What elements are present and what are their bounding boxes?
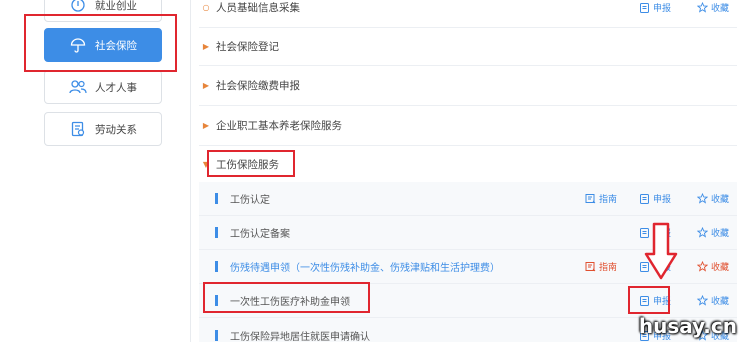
guide-button[interactable]: 指南 [585, 250, 617, 283]
declare-button[interactable]: 申报 [639, 182, 671, 215]
favorite-label: 收藏 [711, 263, 730, 273]
service-title: 工伤认定 [230, 195, 270, 206]
service-list-panel: ○ 人员基础信息采集 申报 收藏 ▶ 社会保险登记 ▶ 社会保险缴费申报 ▶ 企… [190, 0, 745, 342]
favorite-button[interactable]: 收藏 [697, 250, 729, 283]
caret-right-icon: ▶ [202, 121, 210, 130]
category-title: 工伤保险服务 [216, 158, 279, 171]
category-title: 人员基础信息采集 [216, 2, 300, 14]
favorite-button[interactable]: 收藏 [697, 284, 729, 317]
sidebar-item-social-insurance[interactable]: 社会保险 [44, 28, 162, 62]
favorite-label: 收藏 [711, 4, 730, 14]
employment-icon [69, 0, 87, 14]
row-bar [215, 329, 218, 341]
row-bar [215, 295, 218, 306]
document-icon [69, 120, 87, 138]
service-row[interactable]: 工伤认定 指南 申报 收藏 [199, 182, 737, 216]
sidebar-item-talent[interactable]: 人才人事 [44, 70, 162, 104]
category-row-expanded[interactable]: ▼ 工伤保险服务 [199, 146, 737, 182]
row-bar [215, 227, 218, 238]
caret-right-icon: ▶ [202, 42, 210, 51]
favorite-button[interactable]: 收藏 [697, 182, 729, 215]
guide-icon [585, 262, 596, 272]
row-bar [215, 261, 218, 272]
declare-label: 申报 [653, 4, 672, 14]
favorite-label: 收藏 [711, 195, 730, 205]
sidebar-item-employment[interactable]: 就业创业 [44, 0, 162, 22]
favorite-label: 收藏 [711, 297, 730, 307]
category-title: 社会保险登记 [216, 41, 279, 53]
category-title: 企业职工基本养老保险服务 [216, 120, 342, 132]
service-title: 工伤认定备案 [230, 229, 290, 240]
favorite-button[interactable]: 收藏 [697, 0, 729, 27]
star-icon [697, 193, 708, 204]
declare-button[interactable]: 申报 [639, 0, 671, 27]
star-icon [697, 295, 708, 306]
star-icon [697, 2, 708, 13]
star-icon [697, 227, 708, 238]
sidebar-item-labor[interactable]: 劳动关系 [44, 112, 162, 146]
caret-right-icon: ▶ [202, 81, 210, 90]
people-icon [69, 78, 87, 96]
down-arrow-icon [644, 222, 678, 280]
clipboard-icon [640, 3, 649, 13]
service-title[interactable]: 伤残待遇申领（一次性伤残补助金、伤残津贴和生活护理费） [230, 259, 500, 274]
umbrella-icon [69, 36, 87, 54]
category-row[interactable]: ▶ 企业职工基本养老保险服务 [199, 106, 737, 146]
category-row[interactable]: ○ 人员基础信息采集 申报 收藏 [199, 0, 737, 28]
guide-label: 指南 [599, 263, 618, 273]
row-bar [215, 193, 218, 204]
sidebar-item-label: 就业创业 [95, 0, 137, 12]
sidebar: 就业创业 社会保险 人才人事 劳动关系 [0, 0, 190, 342]
caret-down-icon: ▼ [202, 159, 210, 169]
clipboard-icon [640, 194, 649, 204]
declare-button[interactable]: 申报 [639, 284, 671, 317]
declare-label: 申报 [653, 195, 672, 205]
clipboard-icon [640, 296, 649, 306]
category-title: 社会保险缴费申报 [216, 80, 300, 92]
star-icon [697, 261, 708, 272]
category-row[interactable]: ▶ 社会保险登记 [199, 28, 737, 66]
watermark: husay.cn [638, 314, 737, 338]
service-title: 一次性工伤医疗补助金申领 [230, 297, 350, 308]
guide-label: 指南 [599, 195, 618, 205]
sidebar-item-label: 劳动关系 [95, 123, 137, 136]
category-row[interactable]: ▶ 社会保险缴费申报 [199, 66, 737, 106]
service-title: 工伤保险异地居住就医申请确认 [230, 331, 370, 342]
sidebar-item-label: 社会保险 [95, 39, 137, 52]
favorite-button[interactable]: 收藏 [697, 216, 729, 249]
favorite-label: 收藏 [711, 229, 730, 239]
guide-button[interactable]: 指南 [585, 182, 617, 215]
circle-bullet-icon: ○ [202, 3, 210, 12]
guide-icon [585, 194, 596, 204]
declare-label: 申报 [653, 297, 672, 307]
service-row[interactable]: 一次性工伤医疗补助金申领 申报 收藏 [199, 284, 737, 318]
sidebar-item-label: 人才人事 [95, 81, 137, 94]
